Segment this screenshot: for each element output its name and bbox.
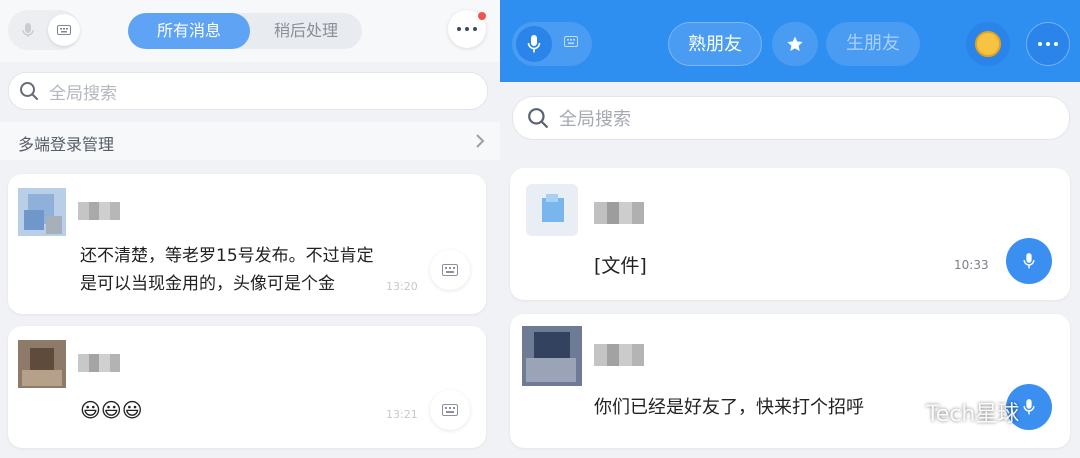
- global-search-input[interactable]: 全局搜索: [512, 96, 1070, 140]
- more-icon: [1038, 42, 1058, 46]
- keyboard-button[interactable]: [48, 14, 80, 46]
- tab-close-friends[interactable]: 熟朋友: [668, 22, 762, 66]
- keyboard-icon: [564, 36, 578, 47]
- search-placeholder: 全局搜索: [559, 109, 631, 130]
- microphone-button[interactable]: [516, 26, 552, 62]
- star-icon: [787, 36, 803, 52]
- more-icon: [457, 27, 477, 31]
- coin-icon: [975, 31, 1001, 57]
- global-search-input[interactable]: 全局搜索: [8, 72, 488, 110]
- tab-new-friends[interactable]: 生朋友: [826, 22, 920, 66]
- message-filter-tabs: 所有消息 稍后处理: [128, 13, 362, 49]
- top-bar: 熟朋友 生朋友: [500, 0, 1080, 82]
- contact-name: [78, 202, 120, 220]
- left-screen: 所有消息 稍后处理 全局搜索 多端登录管理 还不清楚，等老罗15号发布。不过肯定…: [0, 0, 500, 458]
- wechat-logo-icon: [887, 400, 918, 424]
- message-line: 还不清楚，等老罗15号发布。不过肯定: [80, 246, 374, 266]
- contact-name: [78, 354, 120, 372]
- microphone-icon: [527, 35, 541, 53]
- favorites-button[interactable]: [772, 22, 818, 66]
- search-placeholder: 全局搜索: [49, 83, 117, 104]
- notification-dot: [478, 12, 486, 20]
- top-bar: 所有消息 稍后处理: [0, 0, 500, 62]
- message-card[interactable]: [文件] 10:33: [510, 168, 1070, 300]
- message-time: 10:33: [954, 258, 989, 272]
- multi-device-label: 多端登录管理: [18, 135, 115, 154]
- message-text: 你们已经是好友了，快来打个招呼: [594, 397, 864, 418]
- message-text: [文件]: [594, 255, 647, 277]
- keyboard-icon: [57, 25, 71, 35]
- watermark: Tech星球: [886, 396, 1019, 428]
- search-icon: [20, 82, 38, 100]
- input-mode-toggle[interactable]: [512, 22, 592, 66]
- voice-reply-button[interactable]: [1006, 238, 1052, 284]
- tab-all-messages[interactable]: 所有消息: [128, 13, 250, 49]
- search-icon: [528, 108, 548, 128]
- message-line: 是可以当现金用的，头像可是个金: [80, 274, 335, 294]
- microphone-icon: [22, 23, 34, 37]
- right-screen: 熟朋友 生朋友 全局搜索 [文件] 10:33 你们已经是好友了，快来打个招呼: [500, 0, 1080, 458]
- reply-keyboard-button[interactable]: [430, 390, 470, 430]
- message-time: 13:20: [386, 280, 418, 293]
- microphone-icon: [1023, 399, 1035, 415]
- contact-name: [594, 202, 644, 224]
- multi-device-login-row[interactable]: 多端登录管理: [0, 122, 500, 160]
- reply-keyboard-button[interactable]: [430, 250, 470, 290]
- keyboard-icon: [442, 264, 458, 276]
- message-card[interactable]: 😃😃😃 13:21: [8, 326, 486, 448]
- coin-button[interactable]: [966, 22, 1010, 66]
- tab-later[interactable]: 稍后处理: [250, 13, 362, 49]
- microphone-icon: [1023, 253, 1035, 269]
- input-mode-toggle[interactable]: [8, 10, 80, 50]
- more-button[interactable]: [1026, 22, 1070, 66]
- avatar: [526, 184, 578, 236]
- message-text: 😃😃😃: [80, 398, 143, 422]
- message-text: 还不清楚，等老罗15号发布。不过肯定 是可以当现金用的，头像可是个金: [80, 242, 374, 298]
- message-time: 13:21: [386, 408, 418, 421]
- avatar: [18, 340, 66, 388]
- message-card[interactable]: 还不清楚，等老罗15号发布。不过肯定 是可以当现金用的，头像可是个金 13:20: [8, 174, 486, 314]
- watermark-text: Tech星球: [926, 402, 1020, 427]
- chevron-right-icon: [476, 134, 485, 148]
- avatar: [522, 326, 582, 386]
- keyboard-icon: [442, 404, 458, 416]
- avatar: [18, 188, 66, 236]
- contact-name: [594, 344, 644, 366]
